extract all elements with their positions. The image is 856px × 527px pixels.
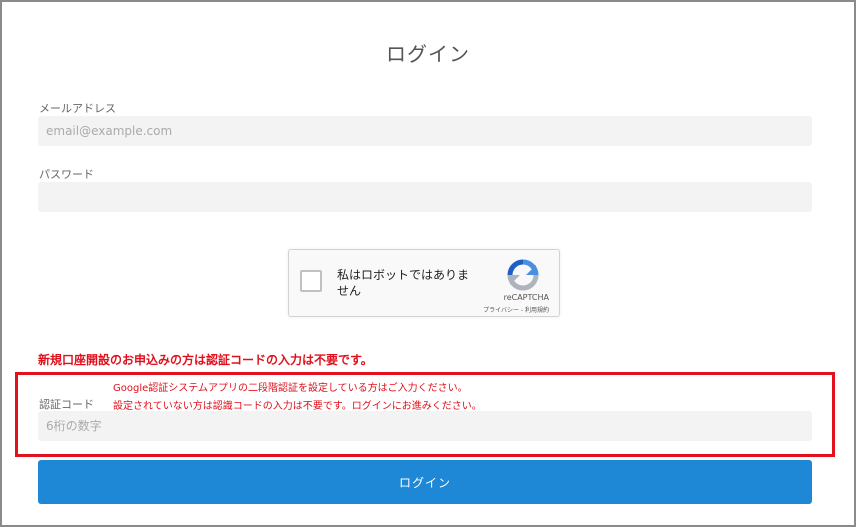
recaptcha-terms-link[interactable]: 利用規約	[525, 307, 549, 314]
email-label: メールアドレス	[39, 102, 116, 115]
recaptcha-privacy-link[interactable]: プライバシー	[483, 307, 519, 314]
password-field[interactable]	[38, 182, 812, 212]
recaptcha-brand: reCAPTCHA	[503, 293, 549, 302]
recaptcha-checkbox[interactable]	[300, 270, 322, 292]
auth-code-field[interactable]	[38, 411, 812, 441]
page-title: ログイン	[386, 42, 470, 66]
auth-code-note-line1: Google認証システムアプリの二段階認証を設定している方はご入力ください。	[113, 383, 468, 394]
auth-code-label: 認証コード	[39, 398, 94, 411]
auth-code-note-line2: 設定されていない方は認識コードの入力は不要です。ログインにお進みください。	[113, 401, 482, 412]
password-label: パスワード	[39, 168, 94, 181]
recaptcha-widget: 私はロボットではありません reCAPTCHA プライバシー - 利用規約	[288, 249, 560, 317]
email-field[interactable]	[38, 116, 812, 146]
recaptcha-logo-icon	[507, 259, 539, 291]
recaptcha-links: プライバシー - 利用規約	[483, 305, 549, 314]
recaptcha-checkbox-label: 私はロボットではありません	[337, 268, 470, 298]
new-account-notice: 新規口座開設のお申込みの方は認証コードの入力は不要です。	[38, 353, 373, 367]
login-button[interactable]: ログイン	[38, 460, 812, 504]
